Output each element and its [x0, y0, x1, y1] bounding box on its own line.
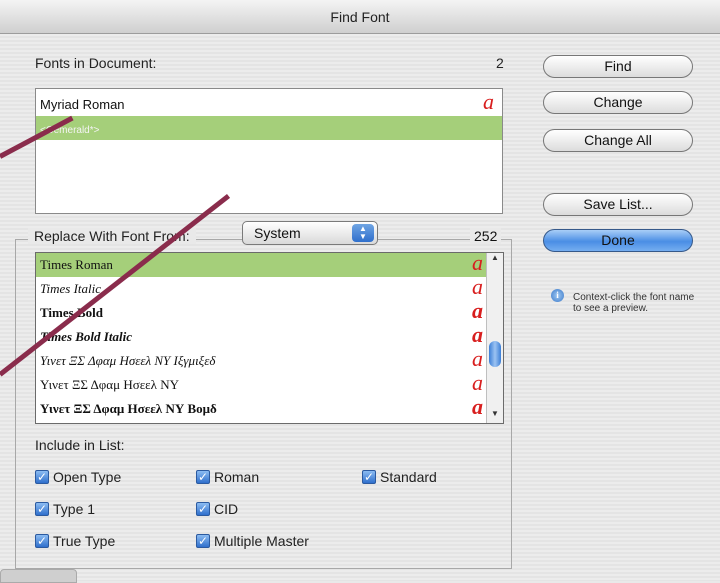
checkmark-icon: ✓ [35, 534, 49, 548]
window-title: Find Font [330, 9, 390, 25]
done-button[interactable]: Done [543, 229, 693, 252]
list-item-selected[interactable]: Times Roman a [36, 253, 503, 277]
list-item[interactable]: Υινετ ΞΣ Δφαμ Ησεελ ΝΥ Βομδ a [36, 397, 503, 421]
standard-checkbox[interactable]: ✓ Standard [362, 469, 437, 485]
list-item[interactable]: Υινετ ΞΣ Δφαμ Ησεελ ΝΥ a [36, 373, 503, 397]
preview-hint-text: Context-click the font name to see a pre… [573, 292, 695, 314]
font-name: Times Italic [40, 281, 102, 296]
system-font-count: 252 [470, 228, 502, 244]
list-item[interactable]: Times Bold a [36, 301, 503, 325]
checkmark-icon: ✓ [35, 470, 49, 484]
font-name: Times Roman [40, 257, 113, 272]
font-source-value: System [254, 225, 301, 241]
list-item[interactable]: Myriad Roman a [36, 92, 502, 116]
font-preview-glyph: a [472, 253, 483, 275]
font-preview-glyph: a [483, 92, 494, 114]
checkmark-icon: ✓ [196, 502, 210, 516]
find-button[interactable]: Find [543, 55, 693, 78]
title-bar[interactable]: Find Font [0, 0, 720, 34]
checkmark-icon: ✓ [196, 534, 210, 548]
checkbox-label: Type 1 [53, 501, 96, 517]
font-preview-glyph: a [472, 301, 483, 323]
checkmark-icon: ✓ [196, 470, 210, 484]
font-name: Myriad Roman [40, 97, 125, 112]
true-type-checkbox[interactable]: ✓ True Type [35, 533, 115, 549]
list-item[interactable]: Times Bold Italic a [36, 325, 503, 349]
save-list-button[interactable]: Save List... [543, 193, 693, 216]
fonts-in-document-label: Fonts in Document: [35, 55, 157, 71]
updown-arrows-icon: ▲ ▼ [352, 224, 374, 242]
list-item-selected[interactable]: <Gemerald*> [36, 116, 502, 140]
checkbox-label: True Type [53, 533, 116, 549]
font-preview-glyph: a [472, 277, 483, 299]
document-fonts-list[interactable]: Myriad Roman a <Gemerald*> [35, 88, 503, 214]
scroll-thumb[interactable] [489, 341, 501, 367]
checkbox-label: Open Type [53, 469, 122, 485]
font-name: Υινετ ΞΣ Δφαμ Ησεελ ΝΥ Ιξγμιξεδ [40, 353, 216, 368]
font-source-popup[interactable]: System ▲ ▼ [242, 221, 378, 245]
checkbox-label: Multiple Master [214, 533, 309, 549]
multiple-master-checkbox[interactable]: ✓ Multiple Master [196, 533, 309, 549]
include-in-list-label: Include in List: [35, 437, 125, 453]
checkbox-label: Roman [214, 469, 260, 485]
change-all-button[interactable]: Change All [543, 129, 693, 152]
font-preview-glyph: a [472, 349, 483, 371]
checkbox-label: CID [214, 501, 239, 517]
type-1-checkbox[interactable]: ✓ Type 1 [35, 501, 95, 517]
checkmark-icon: ✓ [35, 502, 49, 516]
font-preview-glyph: a [472, 397, 483, 419]
roman-checkbox[interactable]: ✓ Roman [196, 469, 259, 485]
replacement-fonts-list[interactable]: Times Roman a Times Italic a Times Bold … [35, 252, 504, 424]
checkmark-icon: ✓ [362, 470, 376, 484]
change-button[interactable]: Change [543, 91, 693, 114]
font-preview-glyph: a [472, 325, 483, 347]
list-item[interactable]: Υινετ ΞΣ Δφαμ Ησεελ ΝΥ Ιξγμιξεδ a [36, 349, 503, 373]
list-scrollbar[interactable]: ▲ ▼ [486, 253, 503, 423]
font-name: Υινετ ΞΣ Δφαμ Ησεελ ΝΥ [40, 377, 179, 392]
font-name: Υινετ ΞΣ Δφαμ Ησεελ ΝΥ Βομδ [40, 401, 217, 416]
scroll-down-icon[interactable]: ▼ [487, 409, 503, 423]
scroll-up-icon[interactable]: ▲ [487, 253, 503, 267]
font-preview-glyph: a [472, 373, 483, 395]
document-font-count: 2 [496, 55, 504, 71]
info-icon: i [551, 289, 564, 302]
cid-checkbox[interactable]: ✓ CID [196, 501, 238, 517]
open-type-checkbox[interactable]: ✓ Open Type [35, 469, 121, 485]
checkbox-label: Standard [380, 469, 437, 485]
